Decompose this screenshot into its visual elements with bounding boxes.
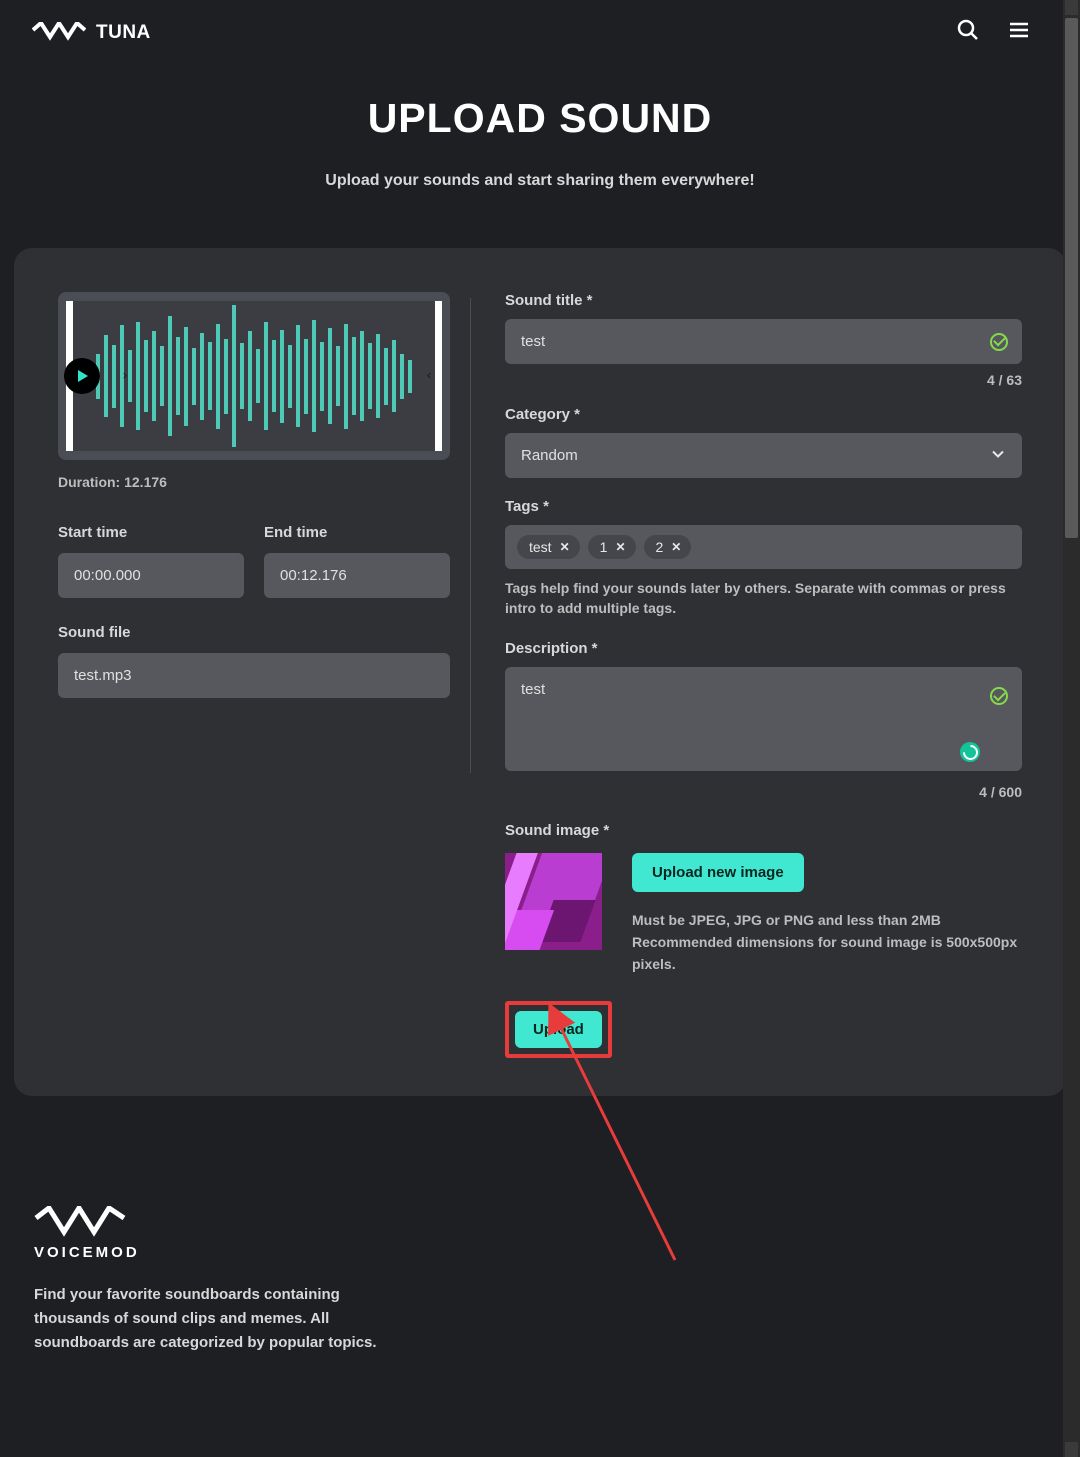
waveform[interactable]: › ‹: [58, 292, 450, 460]
header: TUNA: [0, 0, 1080, 65]
tags-label: Tags *: [505, 498, 1022, 515]
footer-text: Find your favorite soundboards containin…: [34, 1283, 404, 1355]
start-time-field: Start time: [58, 524, 244, 598]
footer-logo[interactable]: VOICEMOD: [34, 1206, 1046, 1261]
logo-icon: [34, 1206, 126, 1238]
end-time-field: End time: [264, 524, 450, 598]
chevron-left-icon: ‹: [425, 369, 433, 384]
footer: VOICEMOD Find your favorite soundboards …: [0, 1206, 1080, 1395]
description-counter: 4 / 600: [505, 784, 1022, 800]
tag-remove-icon[interactable]: ✕: [671, 540, 681, 554]
upload-image-button[interactable]: Upload new image: [632, 853, 804, 892]
logo-text: TUNA: [96, 22, 151, 44]
upload-card: › ‹: [14, 248, 1066, 1096]
tag-chip: 1 ✕: [588, 535, 636, 559]
title-field: Sound title * 4 / 63: [505, 292, 1022, 388]
sound-file-field: Sound file: [58, 624, 450, 698]
upload-button[interactable]: Upload: [515, 1011, 602, 1048]
logo-icon: [32, 22, 86, 44]
scrollbar-thumb[interactable]: [1065, 18, 1078, 538]
end-time-input[interactable]: [264, 553, 450, 598]
page-title: UPLOAD SOUND: [0, 95, 1080, 142]
sound-file-label: Sound file: [58, 624, 450, 641]
title-counter: 4 / 63: [505, 372, 1022, 388]
tags-input[interactable]: test ✕ 1 ✕ 2 ✕: [505, 525, 1022, 569]
tag-remove-icon[interactable]: ✕: [615, 540, 625, 554]
description-field: Description * 4 / 600: [505, 640, 1022, 800]
search-icon[interactable]: [956, 18, 980, 47]
logo[interactable]: TUNA: [32, 22, 151, 44]
waveform-canvas[interactable]: › ‹: [73, 301, 435, 451]
sound-file-input[interactable]: [58, 653, 450, 698]
description-input[interactable]: [505, 667, 1022, 771]
column-divider: [470, 298, 471, 773]
tags-field: Tags * test ✕ 1 ✕ 2 ✕ Tags help find you…: [505, 498, 1022, 618]
description-label: Description *: [505, 640, 1022, 657]
right-column: Sound title * 4 / 63 Category * Random T…: [491, 292, 1022, 1058]
left-column: › ‹: [58, 292, 450, 1058]
tag-text: 2: [656, 539, 664, 555]
sound-image-hint: Must be JPEG, JPG or PNG and less than 2…: [632, 910, 1022, 975]
sound-image-preview: [505, 853, 602, 950]
page-subtitle: Upload your sounds and start sharing the…: [0, 172, 1080, 190]
category-field: Category * Random: [505, 406, 1022, 478]
end-time-label: End time: [264, 524, 450, 541]
tag-text: test: [529, 539, 552, 555]
waveform-handle-right[interactable]: [435, 301, 442, 451]
title-label: Sound title *: [505, 292, 1022, 309]
sound-image-label: Sound image *: [505, 822, 1022, 839]
scrollbar[interactable]: [1063, 0, 1080, 1457]
tags-hint: Tags help find your sounds later by othe…: [505, 579, 1022, 618]
check-icon: [990, 333, 1008, 351]
menu-icon[interactable]: [1008, 19, 1030, 46]
tag-chip: 2 ✕: [644, 535, 692, 559]
footer-brand-text: VOICEMOD: [34, 1244, 1046, 1261]
title-input[interactable]: [505, 319, 1022, 364]
play-button[interactable]: [64, 358, 100, 394]
upload-button-highlight: Upload: [505, 1001, 612, 1058]
scroll-down-icon[interactable]: [1065, 1442, 1078, 1457]
tag-chip: test ✕: [517, 535, 580, 559]
category-select[interactable]: Random: [505, 433, 1022, 478]
sound-image-field: Sound image * Upload new image Must be J…: [505, 822, 1022, 975]
header-actions: [956, 18, 1030, 47]
page-heading: UPLOAD SOUND Upload your sounds and star…: [0, 65, 1080, 200]
tag-text: 1: [600, 539, 608, 555]
scroll-up-icon[interactable]: [1065, 0, 1078, 15]
start-time-input[interactable]: [58, 553, 244, 598]
category-label: Category *: [505, 406, 1022, 423]
duration-label: Duration: 12.176: [58, 474, 450, 490]
chevron-right-icon: ›: [121, 369, 129, 384]
tag-remove-icon[interactable]: ✕: [560, 540, 570, 554]
start-time-label: Start time: [58, 524, 244, 541]
